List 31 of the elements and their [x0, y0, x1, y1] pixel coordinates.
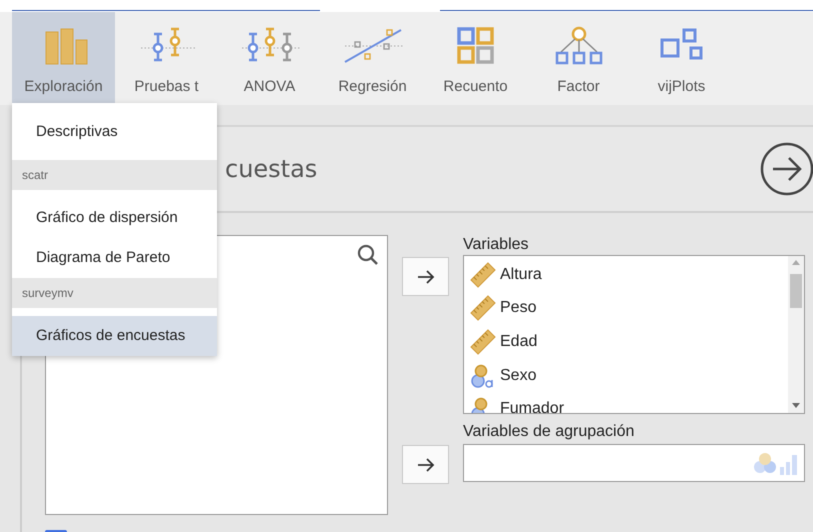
menu-item[interactable]: Diagrama de Pareto — [12, 238, 217, 278]
variable-item[interactable]: Edad — [464, 325, 788, 359]
scrollbar[interactable] — [788, 256, 804, 413]
right-arrow-icon — [416, 270, 434, 284]
variable-item[interactable]: Peso — [464, 292, 788, 326]
grouping-variables-label: Variables de agrupación — [463, 422, 636, 442]
variable-types-icon — [752, 450, 800, 476]
right-arrow-icon — [416, 458, 434, 472]
circled-arrow-icon[interactable] — [759, 141, 813, 197]
search-icon[interactable] — [357, 244, 379, 266]
move-arrow-button[interactable] — [402, 257, 449, 296]
toolbar-tab[interactable]: Pruebas t — [115, 12, 218, 105]
nominal-variable-icon — [470, 362, 496, 389]
grouping-variables-field[interactable] — [463, 444, 805, 482]
menu-item[interactable]: Gráficos de encuestas — [12, 316, 217, 356]
menu-section-header: surveymv — [12, 278, 217, 308]
move-arrow-button[interactable] — [402, 445, 449, 484]
variable-item[interactable]: Fumador — [464, 392, 788, 413]
menu-item[interactable]: Gráfico de dispersión — [12, 198, 217, 238]
toolbar-tab[interactable]: Recuento — [424, 12, 527, 105]
menu-section-header: scatr — [12, 160, 217, 190]
variable-item[interactable]: Altura — [464, 258, 788, 292]
toolbar-tab[interactable]: Regresión — [321, 12, 424, 105]
toolbar-tab[interactable]: vijPlots — [630, 12, 733, 105]
toolbar-tab[interactable]: Exploración — [12, 12, 115, 105]
toolbar-tab[interactable]: Factor — [527, 12, 630, 105]
variable-item[interactable]: Sexo — [464, 358, 788, 392]
toolbar-tab[interactable]: ANOVA — [218, 12, 321, 105]
analysis-title: cuestas — [225, 155, 318, 183]
menu-item[interactable]: Descriptivas — [12, 103, 217, 160]
variables-label: Variables — [463, 235, 530, 255]
